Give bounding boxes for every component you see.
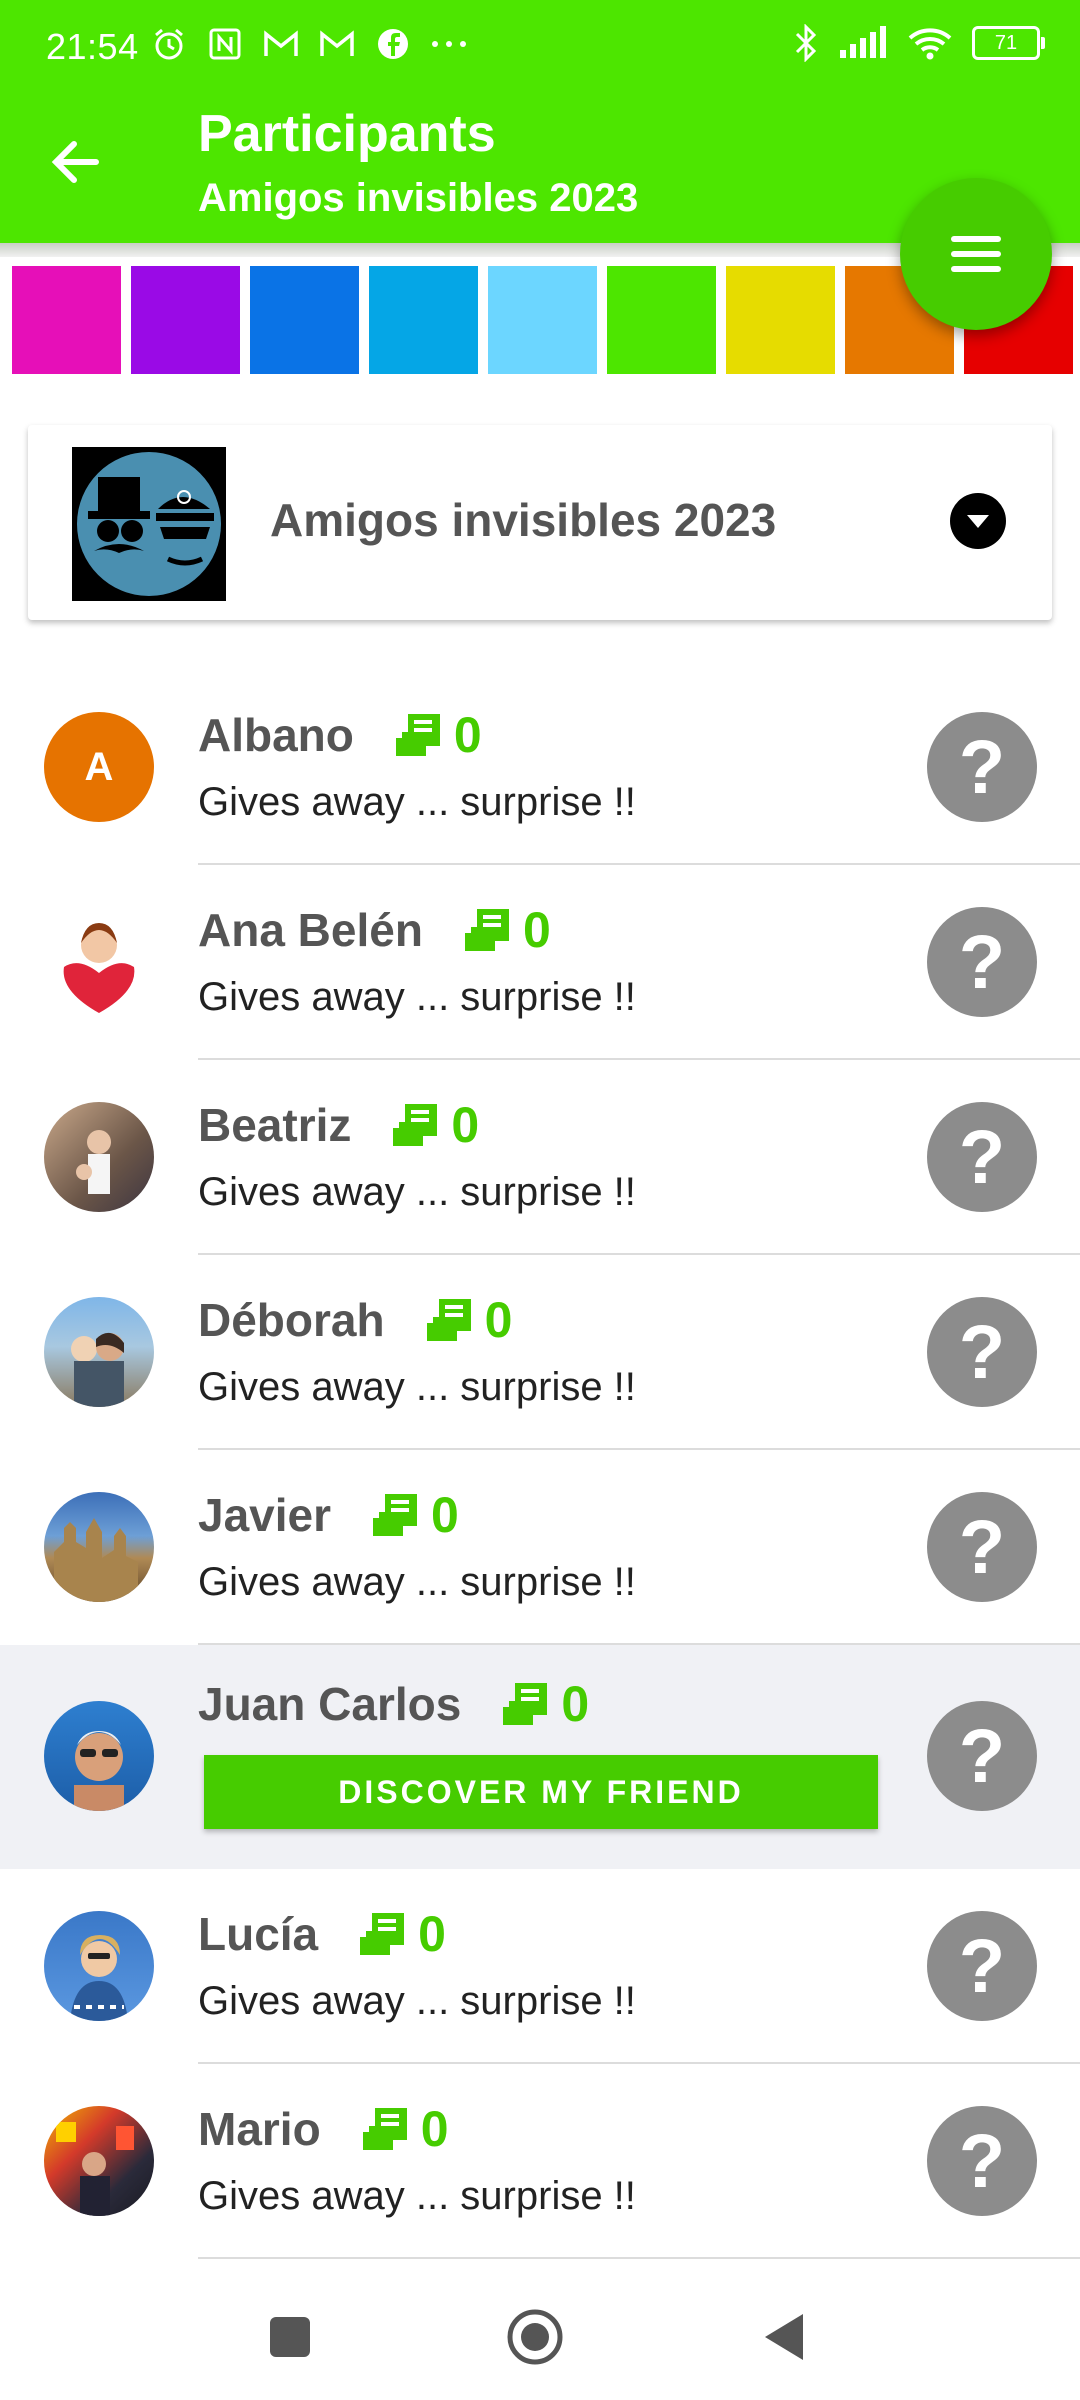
participant-status: Gives away ... surprise !! bbox=[198, 780, 636, 824]
gift-list-icon bbox=[503, 1683, 548, 1725]
color-swatch[interactable] bbox=[131, 266, 240, 374]
participant-name: Javier bbox=[198, 1489, 332, 1541]
participant-name: Ana Belén bbox=[198, 904, 423, 956]
gift-count: 0 bbox=[561, 1676, 590, 1732]
more-icon bbox=[430, 24, 468, 64]
page-title: Participants bbox=[198, 105, 496, 163]
avatar bbox=[44, 1102, 154, 1212]
participant-name: Déborah bbox=[198, 1294, 385, 1346]
participant-name: Albano bbox=[198, 709, 354, 761]
participants-list: A Albano 0 Gives away ... surprise !! ? … bbox=[0, 670, 1080, 2259]
color-swatch[interactable] bbox=[12, 266, 121, 374]
alarm-icon bbox=[150, 24, 188, 64]
gift-list-icon bbox=[464, 909, 509, 951]
color-swatch[interactable] bbox=[369, 266, 478, 374]
participant-row[interactable]: A Albano 0 Gives away ... surprise !! ? bbox=[0, 670, 1080, 865]
battery-icon: 71 bbox=[972, 26, 1045, 60]
participant-name: Beatriz bbox=[198, 1099, 352, 1151]
participant-name: Mario bbox=[198, 2103, 321, 2155]
recents-button[interactable] bbox=[255, 2302, 325, 2372]
participant-row[interactable]: Lucía 0 Gives away ... surprise !! ? bbox=[0, 1869, 1080, 2064]
gift-list-icon bbox=[395, 714, 440, 756]
gift-count: 0 bbox=[420, 2101, 449, 2157]
status-bar: 21:54 71 bbox=[0, 0, 1080, 100]
avatar: A bbox=[44, 712, 154, 822]
gift-list-icon bbox=[426, 1299, 471, 1341]
recents-square-icon bbox=[270, 2317, 310, 2357]
group-selector[interactable]: Amigos invisibles 2023 bbox=[28, 425, 1052, 620]
home-button[interactable] bbox=[500, 2302, 570, 2372]
participant-name: Juan Carlos bbox=[198, 1678, 462, 1730]
gift-count: 0 bbox=[431, 1487, 459, 1543]
discover-my-friend-button[interactable]: DISCOVER MY FRIEND bbox=[204, 1755, 878, 1829]
signal-icon bbox=[840, 26, 886, 58]
gift-count: 0 bbox=[484, 1292, 513, 1348]
avatar bbox=[44, 1701, 154, 1811]
avatar bbox=[44, 1911, 154, 2021]
help-button[interactable]: ? bbox=[927, 2106, 1037, 2216]
participant-status: Gives away ... surprise !! bbox=[198, 1170, 636, 1214]
arrow-left-icon bbox=[51, 141, 99, 183]
gift-count: 0 bbox=[451, 1097, 480, 1153]
gift-list-icon bbox=[360, 1913, 405, 1955]
avatar bbox=[44, 1492, 154, 1602]
page-subtitle: Amigos invisibles 2023 bbox=[198, 176, 639, 220]
gift-list-icon bbox=[393, 1104, 438, 1146]
help-button[interactable]: ? bbox=[927, 712, 1037, 822]
participant-row[interactable]: Déborah 0 Gives away ... surprise !! ? bbox=[0, 1255, 1080, 1450]
system-icons: 71 bbox=[794, 24, 1045, 62]
avatar bbox=[44, 907, 154, 1017]
group-dropdown-button[interactable] bbox=[950, 493, 1006, 549]
gift-count: 0 bbox=[522, 902, 551, 958]
participant-status: Gives away ... surprise !! bbox=[198, 1560, 636, 1604]
status-time: 21:54 bbox=[46, 26, 139, 67]
gmail-icon bbox=[318, 24, 356, 64]
color-swatch[interactable] bbox=[250, 266, 359, 374]
participant-status: Gives away ... surprise !! bbox=[198, 2174, 636, 2218]
participant-status: Gives away ... surprise !! bbox=[198, 1979, 636, 2023]
menu-fab-button[interactable] bbox=[900, 178, 1052, 330]
help-button[interactable]: ? bbox=[927, 1492, 1037, 1602]
bluetooth-icon bbox=[795, 24, 817, 62]
participant-name: Lucía bbox=[198, 1908, 319, 1960]
facebook-icon bbox=[374, 24, 412, 64]
divider bbox=[198, 2257, 1080, 2259]
wifi-icon bbox=[908, 28, 952, 60]
help-button[interactable]: ? bbox=[927, 1911, 1037, 2021]
help-button[interactable]: ? bbox=[927, 1701, 1037, 1811]
color-swatch[interactable] bbox=[726, 266, 835, 374]
back-triangle-icon bbox=[765, 2314, 803, 2360]
participant-row-selected[interactable]: Juan Carlos 0 DISCOVER MY FRIEND ? bbox=[0, 1645, 1080, 1869]
nfc-icon bbox=[206, 24, 244, 64]
gmail-icon bbox=[262, 24, 300, 64]
avatar bbox=[44, 1297, 154, 1407]
menu-icon bbox=[951, 236, 1001, 272]
gift-count: 0 bbox=[453, 707, 482, 763]
home-circle-icon bbox=[507, 2309, 563, 2365]
participant-row[interactable]: Mario 0 Gives away ... surprise !! ? bbox=[0, 2064, 1080, 2259]
group-name: Amigos invisibles 2023 bbox=[270, 494, 777, 546]
avatar bbox=[44, 2106, 154, 2216]
gift-list-icon bbox=[373, 1494, 418, 1536]
help-button[interactable]: ? bbox=[927, 907, 1037, 1017]
back-button[interactable] bbox=[44, 130, 108, 194]
participant-status: Gives away ... surprise !! bbox=[198, 975, 636, 1019]
system-navigation-bar bbox=[0, 2262, 1080, 2400]
help-button[interactable]: ? bbox=[927, 1297, 1037, 1407]
participant-status: Gives away ... surprise !! bbox=[198, 1365, 636, 1409]
help-button[interactable]: ? bbox=[927, 1102, 1037, 1212]
participant-row[interactable]: Ana Belén 0 Gives away ... surprise !! ? bbox=[0, 865, 1080, 1060]
chevron-down-icon bbox=[967, 515, 989, 528]
participant-row[interactable]: Beatriz 0 Gives away ... surprise !! ? bbox=[0, 1060, 1080, 1255]
color-swatch[interactable] bbox=[607, 266, 716, 374]
participant-row[interactable]: Javier 0 Gives away ... surprise !! ? bbox=[0, 1450, 1080, 1645]
back-nav-button[interactable] bbox=[748, 2302, 818, 2372]
notification-icons bbox=[150, 24, 468, 64]
avatar-initial: A bbox=[84, 744, 114, 789]
color-swatch[interactable] bbox=[488, 266, 597, 374]
group-logo bbox=[72, 447, 226, 601]
gift-count: 0 bbox=[418, 1906, 446, 1962]
gift-list-icon bbox=[362, 2108, 407, 2150]
